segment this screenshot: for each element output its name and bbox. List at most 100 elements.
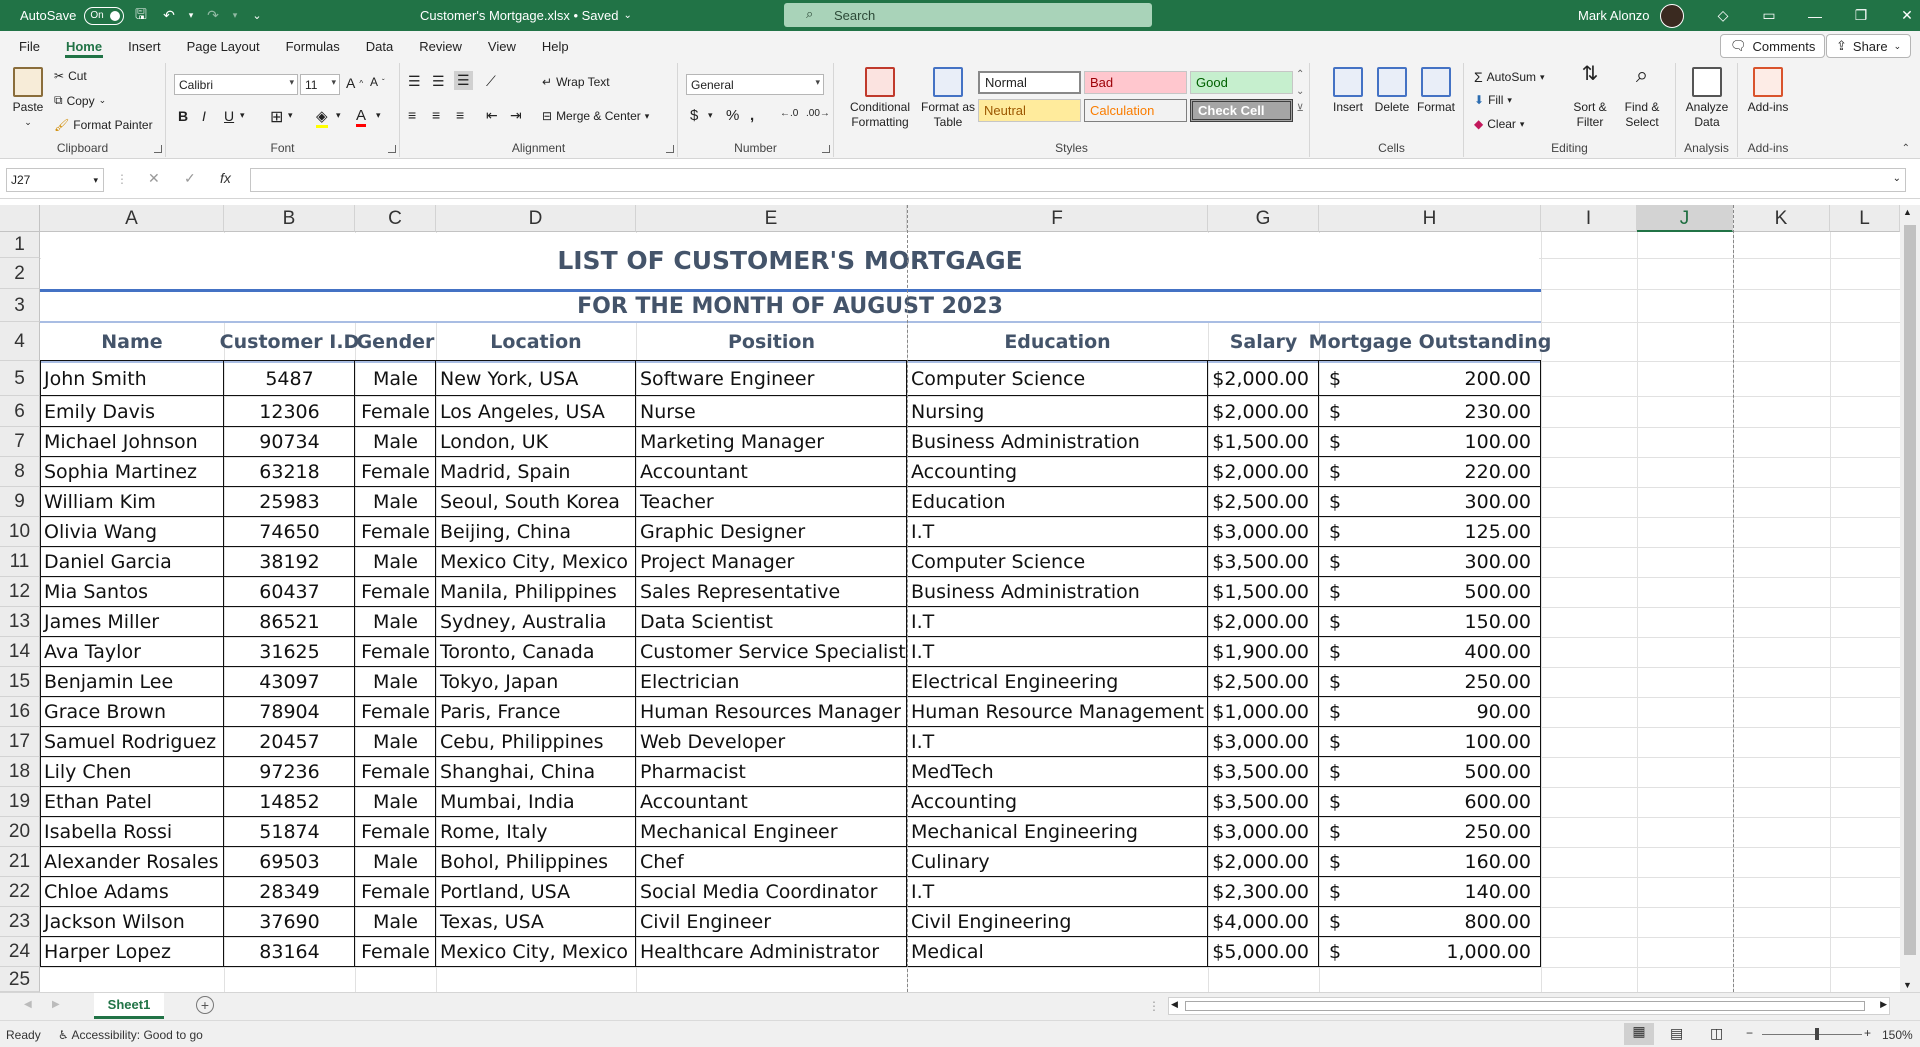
data-cell[interactable]: Female [355, 877, 436, 907]
data-cell[interactable]: Sydney, Australia [436, 607, 636, 637]
data-cell[interactable]: 600.00 [1319, 787, 1541, 817]
data-cell[interactable]: I.T [907, 877, 1208, 907]
row-header-14[interactable]: 14 [0, 637, 40, 667]
row-header-8[interactable]: 8 [0, 457, 40, 487]
column-header-j[interactable]: J [1637, 205, 1733, 232]
tab-insert[interactable]: Insert [115, 31, 174, 61]
autosum-button[interactable]: Σ AutoSum ▾ [1474, 69, 1545, 85]
style-good[interactable]: Good [1190, 71, 1293, 94]
data-cell[interactable]: Sales Representative [636, 577, 907, 607]
data-cell[interactable]: $4,000.00 [1208, 907, 1319, 937]
comments-button[interactable]: 🗨 Comments [1720, 34, 1826, 58]
data-cell[interactable]: Rome, Italy [436, 817, 636, 847]
column-title-4[interactable]: Location [436, 322, 636, 361]
data-cell[interactable]: Data Scientist [636, 607, 907, 637]
data-cell[interactable]: Madrid, Spain [436, 457, 636, 487]
data-cell[interactable]: Female [355, 697, 436, 727]
delete-cells-button[interactable]: Delete [1372, 67, 1412, 115]
column-header-g[interactable]: G [1208, 205, 1319, 232]
data-cell[interactable]: Male [355, 667, 436, 697]
save-icon[interactable]: 🖫 [130, 5, 152, 27]
autosave-toggle[interactable]: On [84, 6, 125, 25]
data-cell[interactable]: $3,500.00 [1208, 547, 1319, 577]
worksheet-grid[interactable]: ABCDEFGHIJKL 1 2 3 4 5 6 7 8 9 10 11 12 13 14 15 16 17 18… [0, 205, 1920, 992]
data-cell[interactable]: Culinary [907, 847, 1208, 877]
data-cell[interactable]: 100.00 [1319, 427, 1541, 457]
row-header-5[interactable]: 5 [0, 361, 40, 396]
data-cell[interactable]: Civil Engineering [907, 907, 1208, 937]
row-header-18[interactable]: 18 [0, 757, 40, 787]
split-handle-icon[interactable]: ⋮ [1148, 999, 1160, 1013]
data-cell[interactable]: 69503 [224, 847, 355, 877]
premium-diamond-icon[interactable]: ◇ [1700, 0, 1746, 31]
data-cell[interactable]: 37690 [224, 907, 355, 937]
analyze-data-button[interactable]: Analyze Data [1682, 67, 1732, 130]
row-header-6[interactable]: 6 [0, 396, 40, 427]
minimize-button[interactable]: — [1792, 0, 1838, 31]
style-check-cell[interactable]: Check Cell [1190, 99, 1293, 122]
data-cell[interactable]: 51874 [224, 817, 355, 847]
data-cell[interactable]: Male [355, 361, 436, 396]
column-header-f[interactable]: F [907, 205, 1208, 232]
row-header-25[interactable]: 25 [0, 967, 40, 992]
data-cell[interactable]: Female [355, 577, 436, 607]
data-cell[interactable]: 1,000.00 [1319, 937, 1541, 967]
zoom-out-icon[interactable]: − [1746, 1026, 1753, 1040]
data-cell[interactable]: Jackson Wilson [40, 907, 224, 937]
data-cell[interactable]: Male [355, 427, 436, 457]
data-cell[interactable]: Female [355, 396, 436, 427]
file-title[interactable]: Customer's Mortgage.xlsx • Saved ⌄ [420, 0, 632, 31]
addins-button[interactable]: Add-ins [1744, 67, 1792, 115]
row-header-19[interactable]: 19 [0, 787, 40, 817]
scroll-left-icon[interactable]: ◀ [1171, 999, 1178, 1010]
data-cell[interactable]: $3,000.00 [1208, 517, 1319, 547]
row-header-10[interactable]: 10 [0, 517, 40, 547]
add-sheet-icon[interactable]: + [196, 996, 214, 1014]
font-color-icon[interactable]: A [356, 107, 367, 127]
vertical-scroll-thumb[interactable] [1904, 225, 1916, 955]
next-sheet-icon[interactable]: ▶ [52, 999, 60, 1010]
data-cell[interactable]: Accounting [907, 787, 1208, 817]
data-cell[interactable]: Male [355, 607, 436, 637]
redo-dropdown-icon[interactable]: ▾ [230, 5, 240, 27]
data-cell[interactable]: $1,500.00 [1208, 427, 1319, 457]
data-cell[interactable]: 90734 [224, 427, 355, 457]
data-cell[interactable]: $3,500.00 [1208, 757, 1319, 787]
dialog-launcher-icon[interactable] [822, 145, 830, 153]
data-cell[interactable]: Chef [636, 847, 907, 877]
data-cell[interactable]: Civil Engineer [636, 907, 907, 937]
collapse-ribbon-icon[interactable]: ⌃ [1902, 143, 1910, 154]
bold-icon[interactable]: B [178, 108, 188, 124]
decrease-font-size-icon[interactable]: Aˇ [370, 75, 385, 89]
data-cell[interactable]: 43097 [224, 667, 355, 697]
dialog-launcher-icon[interactable] [154, 145, 162, 153]
data-cell[interactable]: 20457 [224, 727, 355, 757]
data-cell[interactable]: 97236 [224, 757, 355, 787]
data-cell[interactable]: $2,000.00 [1208, 361, 1319, 396]
data-cell[interactable]: 60437 [224, 577, 355, 607]
data-cell[interactable]: 800.00 [1319, 907, 1541, 937]
sort-filter-button[interactable]: ⇅ Sort & Filter [1566, 64, 1614, 130]
vertical-scrollbar[interactable]: ▲ ▼ [1900, 205, 1920, 992]
zoom-slider-thumb[interactable] [1815, 1028, 1819, 1040]
data-cell[interactable]: 38192 [224, 547, 355, 577]
italic-icon[interactable]: I [202, 108, 206, 124]
data-cell[interactable]: $5,000.00 [1208, 937, 1319, 967]
wrap-text-button[interactable]: ↵ Wrap Text [542, 75, 610, 89]
data-cell[interactable]: $3,000.00 [1208, 727, 1319, 757]
style-neutral[interactable]: Neutral [978, 99, 1081, 122]
normal-view-icon[interactable]: ▦ [1624, 1023, 1654, 1045]
column-header-l[interactable]: L [1830, 205, 1900, 232]
data-cell[interactable]: Grace Brown [40, 697, 224, 727]
zoom-level[interactable]: 150% [1882, 1028, 1913, 1042]
data-cell[interactable]: I.T [907, 517, 1208, 547]
data-cell[interactable]: Mumbai, India [436, 787, 636, 817]
share-button[interactable]: ⇪ Share ⌄ [1826, 34, 1912, 58]
styles-scroll[interactable]: ⌃ ⌄ ⊻ [1296, 69, 1304, 114]
conditional-formatting-button[interactable]: Conditional Formatting [844, 67, 916, 130]
data-cell[interactable]: Female [355, 457, 436, 487]
row-header-22[interactable]: 22 [0, 877, 40, 907]
orientation-icon[interactable]: ⟋ [486, 73, 496, 90]
restore-button[interactable]: ❐ [1838, 0, 1884, 31]
scroll-down-icon[interactable]: ▼ [1903, 980, 1912, 990]
